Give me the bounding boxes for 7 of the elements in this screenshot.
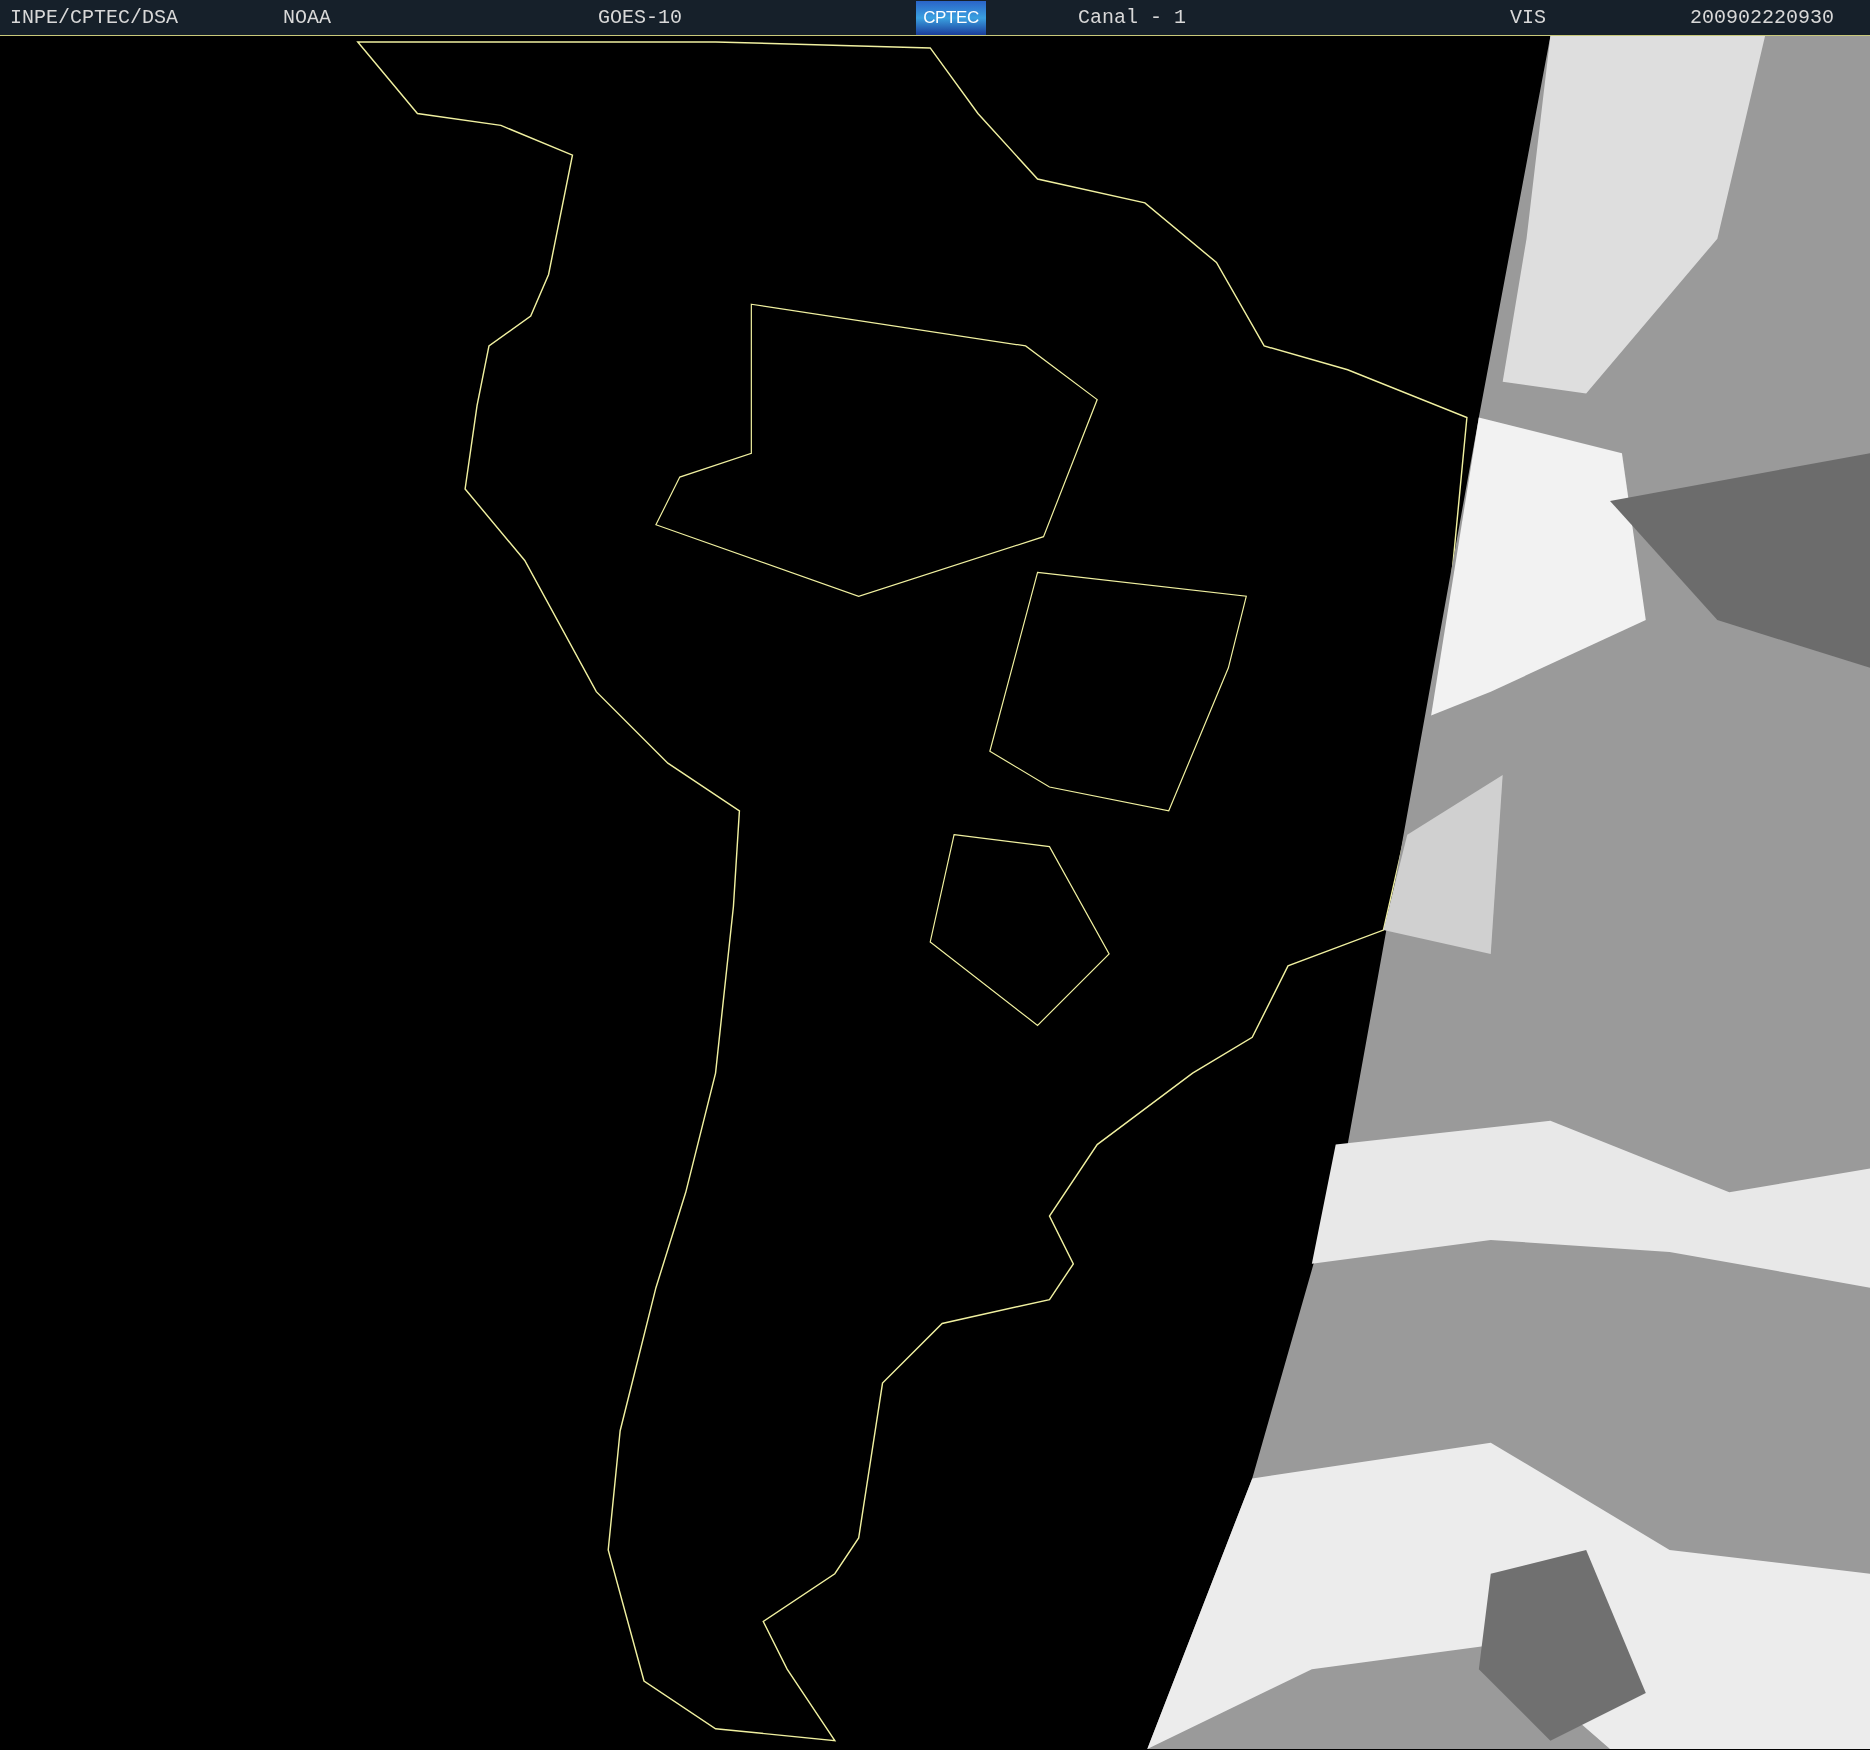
- header-text: INPE/CPTEC/DSA: [10, 4, 180, 31]
- header-text: Canal - 1: [1078, 4, 1188, 31]
- logo: CPTEC: [916, 0, 986, 35]
- header-text: 200902220930: [1690, 4, 1835, 31]
- header-text: GOES-10: [598, 4, 683, 31]
- header-text: NOAA: [283, 4, 332, 31]
- header-text: VIS: [1510, 4, 1547, 31]
